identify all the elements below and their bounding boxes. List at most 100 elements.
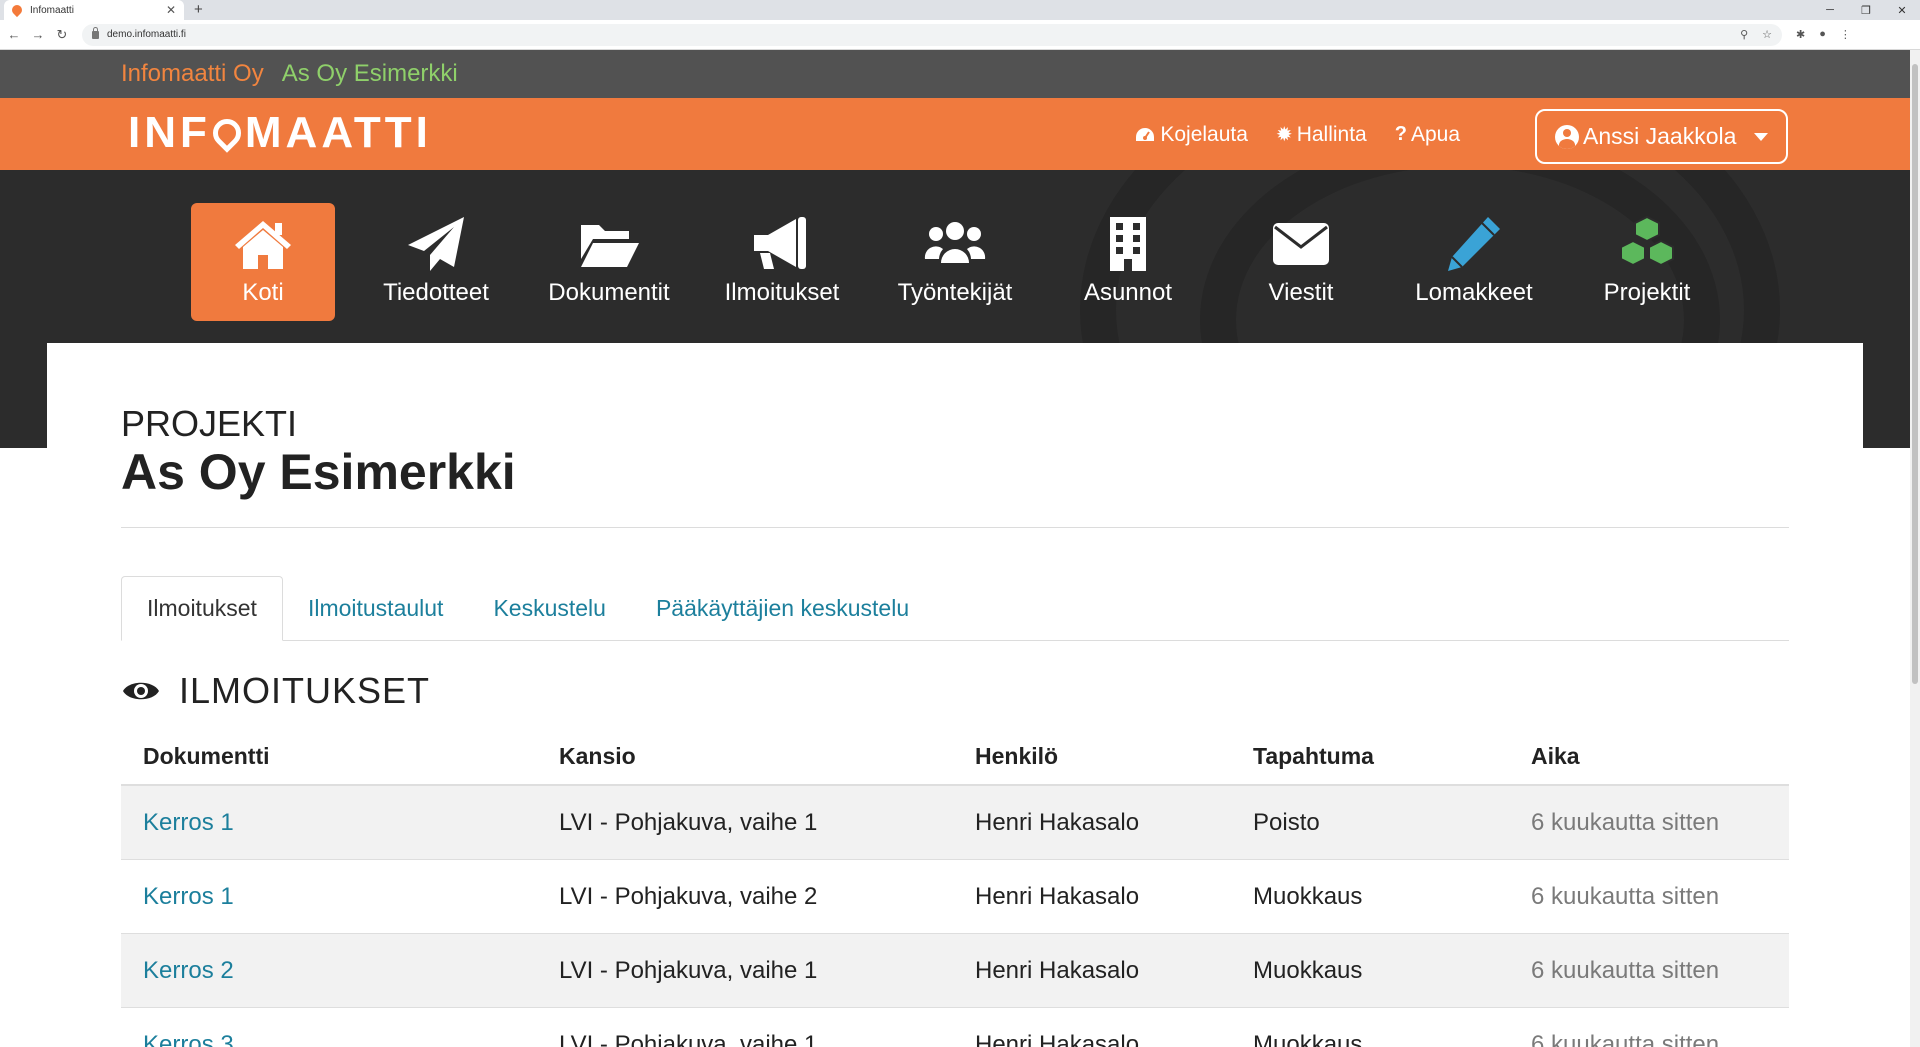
zoom-icon[interactable]: ⚲ bbox=[1740, 28, 1748, 41]
person-cell: Henri Hakasalo bbox=[975, 882, 1140, 910]
time-cell: 6 kuukautta sitten bbox=[1531, 882, 1720, 910]
main-nav-asunnot[interactable]: Asunnot bbox=[1056, 203, 1200, 321]
user-name: Anssi Jaakkola bbox=[1583, 123, 1737, 149]
table-row: Kerros 2 LVI - Pohjakuva, vaihe 1 Henri … bbox=[121, 934, 1789, 1008]
minimize-button[interactable]: ─ bbox=[1812, 4, 1848, 16]
document-link[interactable]: Kerros 1 bbox=[143, 883, 234, 910]
event-cell: Muokkaus bbox=[1253, 882, 1363, 910]
forward-arrow-icon[interactable]: → bbox=[28, 27, 48, 42]
project-name[interactable]: As Oy Esimerkki bbox=[282, 60, 458, 88]
table-header: Dokumentti Kansio Henkilö Tapahtuma Aika bbox=[121, 728, 1789, 786]
column-header-tapahtuma[interactable]: Tapahtuma bbox=[1231, 743, 1509, 770]
infomaatti-logo[interactable]: INF MAATTI bbox=[128, 108, 432, 158]
reload-icon[interactable]: ↻ bbox=[52, 27, 72, 43]
main-nav-koti-label: Koti bbox=[242, 279, 284, 306]
question-icon: ? bbox=[1394, 123, 1407, 145]
nav-kojelauta[interactable]: Kojelauta bbox=[1134, 123, 1248, 147]
browser-tab[interactable]: Infomaatti ✕ bbox=[4, 0, 184, 20]
profile-icon[interactable]: ● bbox=[1819, 28, 1826, 41]
restore-button[interactable]: ❐ bbox=[1848, 4, 1884, 17]
main-nav-lomakkeet[interactable]: Lomakkeet bbox=[1402, 203, 1546, 321]
main-nav-viestit-label: Viestit bbox=[1268, 279, 1334, 306]
folder-cell: LVI - Pohjakuva, vaihe 1 bbox=[559, 808, 818, 836]
new-tab-button[interactable]: + bbox=[194, 1, 203, 18]
folder-open-icon bbox=[581, 225, 639, 267]
organization-bar: Infomaatti Oy As Oy Esimerkki bbox=[0, 50, 1910, 98]
nav-apua[interactable]: ? Apua bbox=[1395, 123, 1460, 147]
column-header-aika[interactable]: Aika bbox=[1509, 743, 1789, 770]
menu-dots-icon[interactable]: ⋮ bbox=[1840, 28, 1851, 41]
document-link[interactable]: Kerros 3 bbox=[143, 1031, 234, 1047]
main-nav-tiedotteet[interactable]: Tiedotteet bbox=[364, 203, 508, 321]
column-header-kansio[interactable]: Kansio bbox=[537, 743, 953, 770]
time-cell: 6 kuukautta sitten bbox=[1531, 1030, 1720, 1047]
gear-icon: ✹ bbox=[1275, 124, 1293, 146]
main-nav-viestit[interactable]: Viestit bbox=[1229, 203, 1373, 321]
scrollbar-thumb[interactable] bbox=[1912, 64, 1918, 684]
logo-pin-icon bbox=[207, 113, 247, 153]
pencil-icon bbox=[1448, 217, 1500, 271]
nav-kojelauta-label: Kojelauta bbox=[1160, 122, 1248, 146]
back-arrow-icon[interactable]: ← bbox=[4, 27, 24, 42]
nav-hallinta-label: Hallinta bbox=[1296, 122, 1367, 146]
favicon-icon bbox=[9, 2, 25, 18]
logo-text-right: MAATTI bbox=[244, 108, 432, 157]
document-link[interactable]: Kerros 1 bbox=[143, 809, 234, 836]
page-kicker: PROJEKTI bbox=[121, 403, 298, 444]
event-cell: Muokkaus bbox=[1253, 1030, 1363, 1047]
content-card: PROJEKTI As Oy Esimerkki Ilmoitukset Ilm… bbox=[47, 343, 1863, 1047]
section-title: ILMOITUKSET bbox=[179, 670, 431, 711]
nav-hallinta[interactable]: ✹ Hallinta bbox=[1276, 122, 1367, 147]
logo-text-left: INF bbox=[128, 108, 211, 157]
top-header: INF MAATTI Kojelauta ✹ Hallinta ? Apua A… bbox=[0, 98, 1910, 170]
table-row: Kerros 1 LVI - Pohjakuva, vaihe 2 Henri … bbox=[121, 860, 1789, 934]
page-title: As Oy Esimerkki bbox=[121, 444, 516, 500]
bookmark-star-icon[interactable]: ☆ bbox=[1762, 28, 1772, 41]
time-cell: 6 kuukautta sitten bbox=[1531, 808, 1720, 836]
main-nav-ilmoitukset[interactable]: Ilmoitukset bbox=[710, 203, 854, 321]
tab-ilmoitukset[interactable]: Ilmoitukset bbox=[121, 576, 283, 641]
column-header-henkilo[interactable]: Henkilö bbox=[953, 743, 1231, 770]
window-controls: ─ ❐ ✕ bbox=[1812, 0, 1920, 20]
main-nav-koti[interactable]: Koti bbox=[191, 203, 335, 321]
document-link[interactable]: Kerros 2 bbox=[143, 957, 234, 984]
main-nav-dokumentit-label: Dokumentit bbox=[548, 279, 670, 306]
tab-keskustelu[interactable]: Keskustelu bbox=[468, 576, 631, 640]
address-bar[interactable]: demo.infomaatti.fi ⚲ ☆ bbox=[82, 23, 1782, 46]
nav-apua-label: Apua bbox=[1410, 122, 1460, 146]
main-nav-ilmoitukset-label: Ilmoitukset bbox=[724, 279, 840, 306]
table-row: Kerros 3 LVI - Pohjakuva, vaihe 1 Henri … bbox=[121, 1008, 1789, 1047]
user-menu-button[interactable]: Anssi Jaakkola bbox=[1535, 109, 1788, 164]
tab-ilmoitustaulut[interactable]: Ilmoitustaulut bbox=[283, 576, 469, 640]
user-avatar-icon bbox=[1555, 124, 1579, 149]
tab-close-icon[interactable]: ✕ bbox=[166, 3, 176, 17]
folder-cell: LVI - Pohjakuva, vaihe 1 bbox=[559, 956, 818, 984]
main-nav-tiedotteet-label: Tiedotteet bbox=[383, 279, 489, 306]
building-icon bbox=[1110, 217, 1146, 271]
caret-down-icon bbox=[1754, 132, 1768, 141]
organization-name[interactable]: Infomaatti Oy bbox=[121, 60, 264, 88]
eye-icon bbox=[123, 682, 159, 700]
extensions-icon[interactable]: ✱ bbox=[1796, 28, 1805, 41]
folder-cell: LVI - Pohjakuva, vaihe 1 bbox=[559, 1030, 818, 1047]
tab-paakayttajien-keskustelu[interactable]: Pääkäyttäjien keskustelu bbox=[631, 576, 934, 640]
main-nav-projektit-label: Projektit bbox=[1603, 279, 1691, 306]
main-nav-tyontekijat-label: Työntekijät bbox=[897, 279, 1013, 306]
cubes-icon bbox=[1620, 215, 1674, 267]
section-heading: ILMOITUKSET bbox=[121, 670, 430, 712]
dashboard-icon bbox=[1136, 127, 1155, 141]
window-close-button[interactable]: ✕ bbox=[1884, 4, 1920, 17]
time-cell: 6 kuukautta sitten bbox=[1531, 956, 1720, 984]
main-nav-projektit[interactable]: Projektit bbox=[1575, 203, 1719, 321]
event-cell: Muokkaus bbox=[1253, 956, 1363, 984]
main-nav-lomakkeet-label: Lomakkeet bbox=[1415, 279, 1533, 306]
main-nav-tyontekijat[interactable]: Työntekijät bbox=[883, 203, 1027, 321]
main-nav-dokumentit[interactable]: Dokumentit bbox=[537, 203, 681, 321]
table-row: Kerros 1 LVI - Pohjakuva, vaihe 1 Henri … bbox=[121, 786, 1789, 860]
browser-tab-strip: Infomaatti ✕ + ─ ❐ ✕ bbox=[0, 0, 1920, 20]
column-header-dokumentti[interactable]: Dokumentti bbox=[121, 743, 537, 770]
users-icon bbox=[924, 222, 986, 263]
page-scrollbar[interactable] bbox=[1910, 50, 1920, 1047]
browser-toolbar: ← → ↻ demo.infomaatti.fi ⚲ ☆ ✱ ● ⋮ bbox=[0, 20, 1920, 50]
address-url: demo.infomaatti.fi bbox=[107, 29, 186, 40]
